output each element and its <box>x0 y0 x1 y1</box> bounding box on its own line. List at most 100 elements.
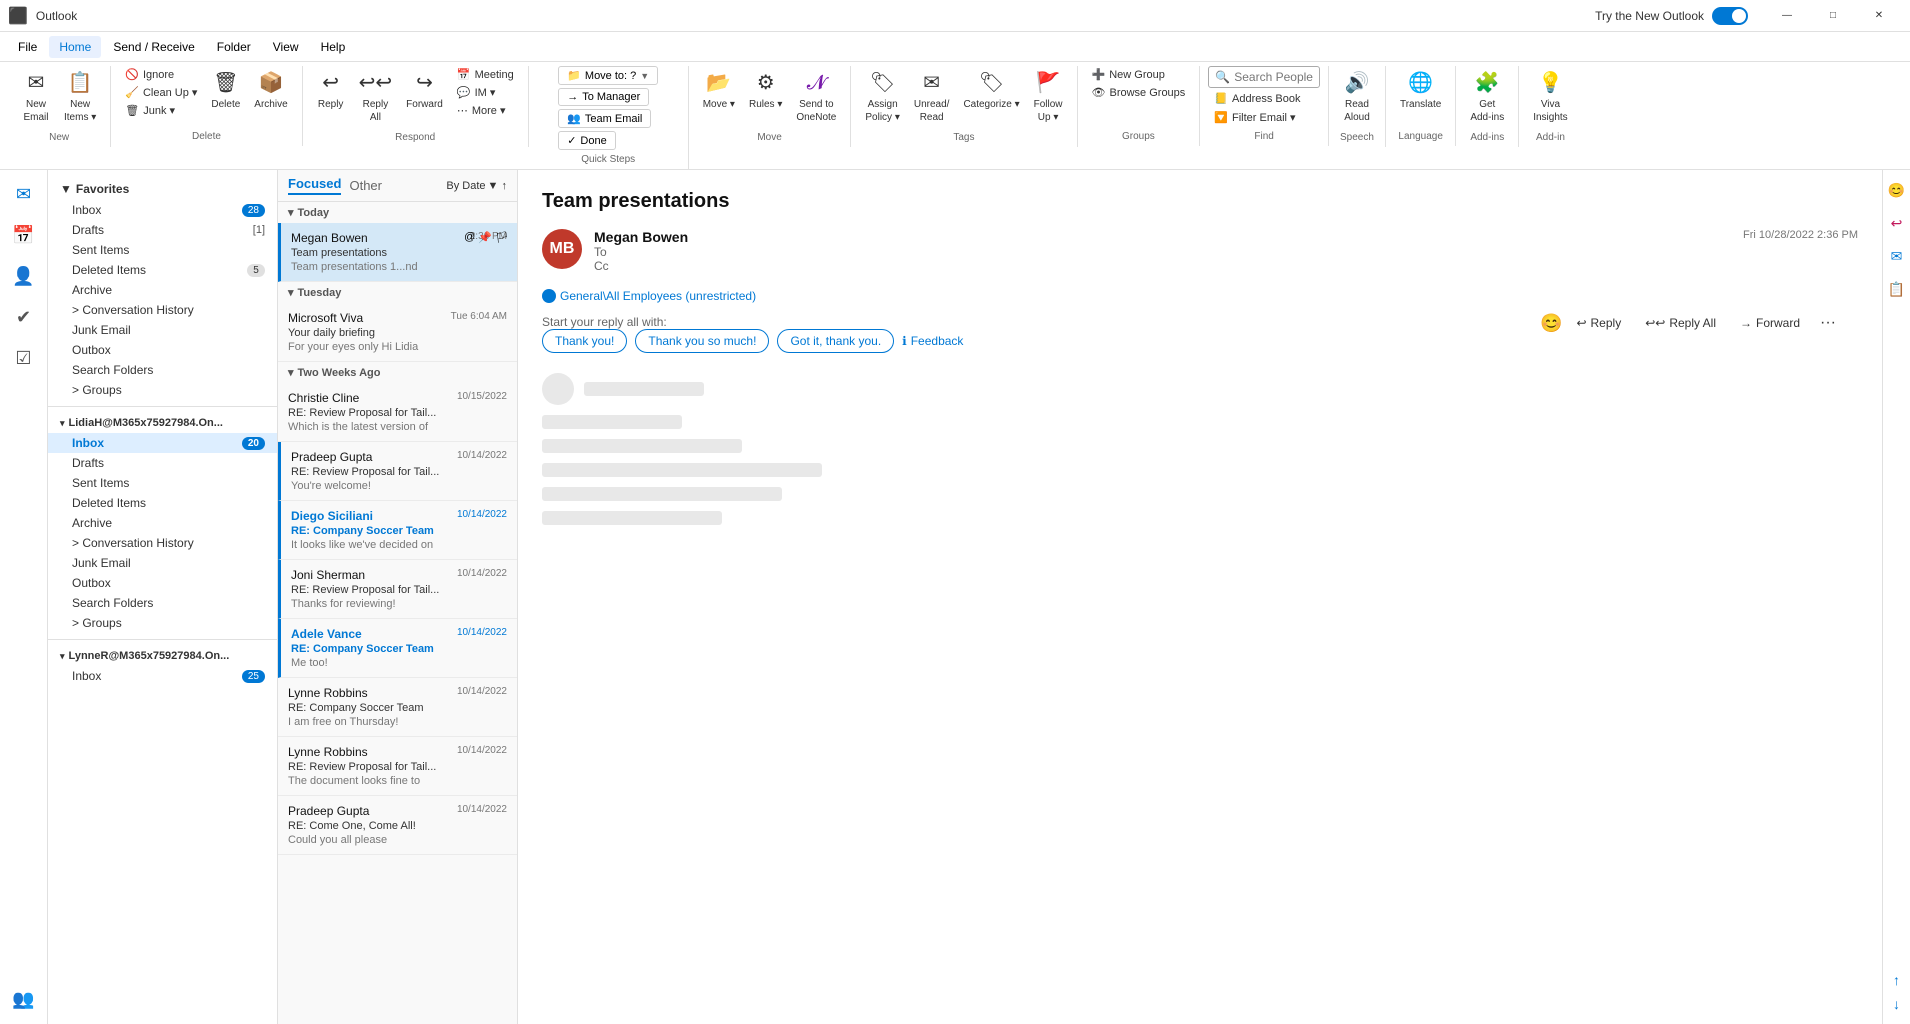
reply-button[interactable]: ↩ Reply <box>311 66 351 115</box>
reply-action-button[interactable]: ↩ Reply <box>1566 312 1631 334</box>
more-respond-button[interactable]: ⋯ More ▾ <box>451 102 520 119</box>
sidebar-item-groups-fav[interactable]: > Groups <box>48 380 277 400</box>
meeting-button[interactable]: 📅 Meeting <box>451 66 520 83</box>
tab-other[interactable]: Other <box>349 178 382 193</box>
email-item-adele[interactable]: Adele Vance 10/14/2022 RE: Company Socce… <box>278 619 517 678</box>
read-aloud-button[interactable]: 🔊 ReadAloud <box>1337 66 1377 128</box>
sidebar-item-conv-acc1[interactable]: > Conversation History <box>48 533 277 553</box>
archive-button[interactable]: 📦 Archive <box>248 66 293 115</box>
nav-calendar[interactable]: 📅 <box>4 219 44 252</box>
new-group-button[interactable]: ➕ New Group <box>1086 66 1192 83</box>
date-group-tuesday[interactable]: ▾ Tuesday <box>278 282 517 303</box>
toggle-pill[interactable] <box>1712 7 1748 25</box>
sidebar-item-drafts-fav[interactable]: Drafts [1] <box>48 220 277 240</box>
im-button[interactable]: 💬 IM ▾ <box>451 84 520 101</box>
translate-button[interactable]: 🌐 Translate <box>1394 66 1447 115</box>
sort-button[interactable]: By Date ▼ ↑ <box>446 180 507 192</box>
sidebar-item-conv-fav[interactable]: > Conversation History <box>48 300 277 320</box>
sidebar-item-archive-acc1[interactable]: Archive <box>48 513 277 533</box>
email-item-christie[interactable]: Christie Cline 10/15/2022 RE: Review Pro… <box>278 383 517 442</box>
menu-help[interactable]: Help <box>311 36 356 58</box>
junk-button[interactable]: 🗑 Junk ▾ <box>119 102 203 119</box>
get-addins-button[interactable]: 🧩 GetAdd-ins <box>1464 66 1510 128</box>
filter-email-button[interactable]: 🔽 Filter Email ▾ <box>1208 109 1301 126</box>
tab-focused[interactable]: Focused <box>288 176 341 195</box>
quick-reply-thankyou[interactable]: Thank you! <box>542 329 627 353</box>
right-action-down[interactable]: ↓ <box>1889 992 1904 1016</box>
email-item-lynne1[interactable]: Lynne Robbins 10/14/2022 RE: Company Soc… <box>278 678 517 737</box>
quick-reply-gotit[interactable]: Got it, thank you. <box>777 329 894 353</box>
date-group-today[interactable]: ▾ Today <box>278 202 517 223</box>
menu-view[interactable]: View <box>263 36 309 58</box>
forward-button[interactable]: ↪ Forward <box>400 66 449 115</box>
sidebar-item-junk-fav[interactable]: Junk Email <box>48 320 277 340</box>
search-people-input[interactable]: 🔍 Search People <box>1208 66 1320 88</box>
email-item-pradeep2[interactable]: Pradeep Gupta 10/14/2022 RE: Come One, C… <box>278 796 517 855</box>
sidebar-item-groups-acc1[interactable]: > Groups <box>48 613 277 633</box>
email-item-msviva[interactable]: Microsoft Viva Tue 6:04 AM Your daily br… <box>278 303 517 362</box>
rules-button[interactable]: ⚙ Rules ▾ <box>743 66 788 115</box>
nav-todo[interactable]: ☑ <box>4 342 44 375</box>
close-button[interactable]: ✕ <box>1856 0 1902 32</box>
new-email-button[interactable]: ✉ NewEmail <box>16 66 56 128</box>
move-to-button[interactable]: 📁 Move to: ? ▼ <box>558 66 658 85</box>
right-action-emoji[interactable]: 😊 <box>1883 178 1910 203</box>
forward-action-button[interactable]: → Forward <box>1730 312 1810 334</box>
team-email-button[interactable]: 👥 Team Email <box>558 109 651 128</box>
move-button[interactable]: 📂 Move ▾ <box>697 66 741 115</box>
sidebar-item-search-fav[interactable]: Search Folders <box>48 360 277 380</box>
to-manager-button[interactable]: → To Manager <box>558 88 649 106</box>
reply-all-action-button[interactable]: ↩↩ Reply All <box>1635 312 1726 334</box>
right-action-reply[interactable]: ↩ <box>1883 211 1910 236</box>
sidebar-item-archive-fav[interactable]: Archive <box>48 280 277 300</box>
categorize-button[interactable]: 🏷 Categorize ▾ <box>957 66 1025 115</box>
right-action-mail[interactable]: ✉ <box>1883 244 1910 269</box>
email-item-diego[interactable]: Diego Siciliani 10/14/2022 RE: Company S… <box>278 501 517 560</box>
maximize-button[interactable]: □ <box>1810 0 1856 32</box>
sidebar-item-sent-fav[interactable]: Sent Items <box>48 240 277 260</box>
menu-home[interactable]: Home <box>49 36 101 58</box>
address-book-button[interactable]: 📒 Address Book <box>1208 90 1306 107</box>
menu-file[interactable]: File <box>8 36 47 58</box>
sidebar-item-junk-acc1[interactable]: Junk Email <box>48 553 277 573</box>
delete-button[interactable]: 🗑 Delete <box>205 66 246 115</box>
favorites-section[interactable]: ▼ Favorites <box>48 178 277 200</box>
minimize-button[interactable]: — <box>1764 0 1810 32</box>
sidebar-item-drafts-acc1[interactable]: Drafts <box>48 453 277 473</box>
email-item-lynne2[interactable]: Lynne Robbins 10/14/2022 RE: Review Prop… <box>278 737 517 796</box>
right-action-up[interactable]: ↑ <box>1889 968 1904 992</box>
quick-reply-thankyoumuch[interactable]: Thank you so much! <box>635 329 769 353</box>
sidebar-item-inbox-acc1[interactable]: Inbox 20 <box>48 433 277 453</box>
done-button[interactable]: ✓ Done <box>558 131 616 150</box>
follow-up-button[interactable]: 🚩 FollowUp ▾ <box>1028 66 1069 128</box>
sidebar-item-search-acc1[interactable]: Search Folders <box>48 593 277 613</box>
sidebar-item-deleted-acc1[interactable]: Deleted Items <box>48 493 277 513</box>
menu-send-receive[interactable]: Send / Receive <box>103 36 204 58</box>
right-action-clipboard[interactable]: 📋 <box>1883 277 1910 302</box>
nav-mail[interactable]: ✉ <box>4 178 44 211</box>
send-to-onenote-button[interactable]: 𝓝 Send toOneNote <box>790 66 842 128</box>
email-item-pradeep1[interactable]: Pradeep Gupta 10/14/2022 RE: Review Prop… <box>278 442 517 501</box>
nav-tasks[interactable]: ✔ <box>4 301 44 334</box>
ignore-button[interactable]: 🚫 Ignore <box>119 66 203 83</box>
emoji-button[interactable]: 😊 <box>1540 313 1562 334</box>
assign-policy-button[interactable]: 🏷 AssignPolicy ▾ <box>859 66 905 128</box>
browse-groups-button[interactable]: 👁 Browse Groups <box>1086 84 1192 101</box>
cleanup-button[interactable]: 🧹 Clean Up ▾ <box>119 84 203 101</box>
date-group-twoweeks[interactable]: ▾ Two Weeks Ago <box>278 362 517 383</box>
sidebar-item-deleted-fav[interactable]: Deleted Items 5 <box>48 260 277 280</box>
more-action-button[interactable]: ··· <box>1814 310 1842 336</box>
sidebar-account-2[interactable]: ▾ LynneR@M365x75927984.On... <box>48 646 277 666</box>
email-item-joni[interactable]: Joni Sherman 10/14/2022 RE: Review Propo… <box>278 560 517 619</box>
sidebar-item-outbox-acc1[interactable]: Outbox <box>48 573 277 593</box>
email-item-megan[interactable]: Megan Bowen 2:36 PM Team presentations T… <box>278 223 517 282</box>
nav-contacts[interactable]: 👤 <box>4 260 44 293</box>
feedback-link[interactable]: ℹ Feedback <box>902 334 963 348</box>
unread-read-button[interactable]: ✉ Unread/Read <box>908 66 956 128</box>
sidebar-item-outbox-fav[interactable]: Outbox <box>48 340 277 360</box>
sidebar-item-sent-acc1[interactable]: Sent Items <box>48 473 277 493</box>
viva-insights-button[interactable]: 💡 VivaInsights <box>1527 66 1573 128</box>
sidebar-item-inbox-acc2[interactable]: Inbox 25 <box>48 666 277 686</box>
nav-groups[interactable]: 👥 <box>4 983 44 1016</box>
sidebar-item-inbox-fav[interactable]: Inbox 28 <box>48 200 277 220</box>
